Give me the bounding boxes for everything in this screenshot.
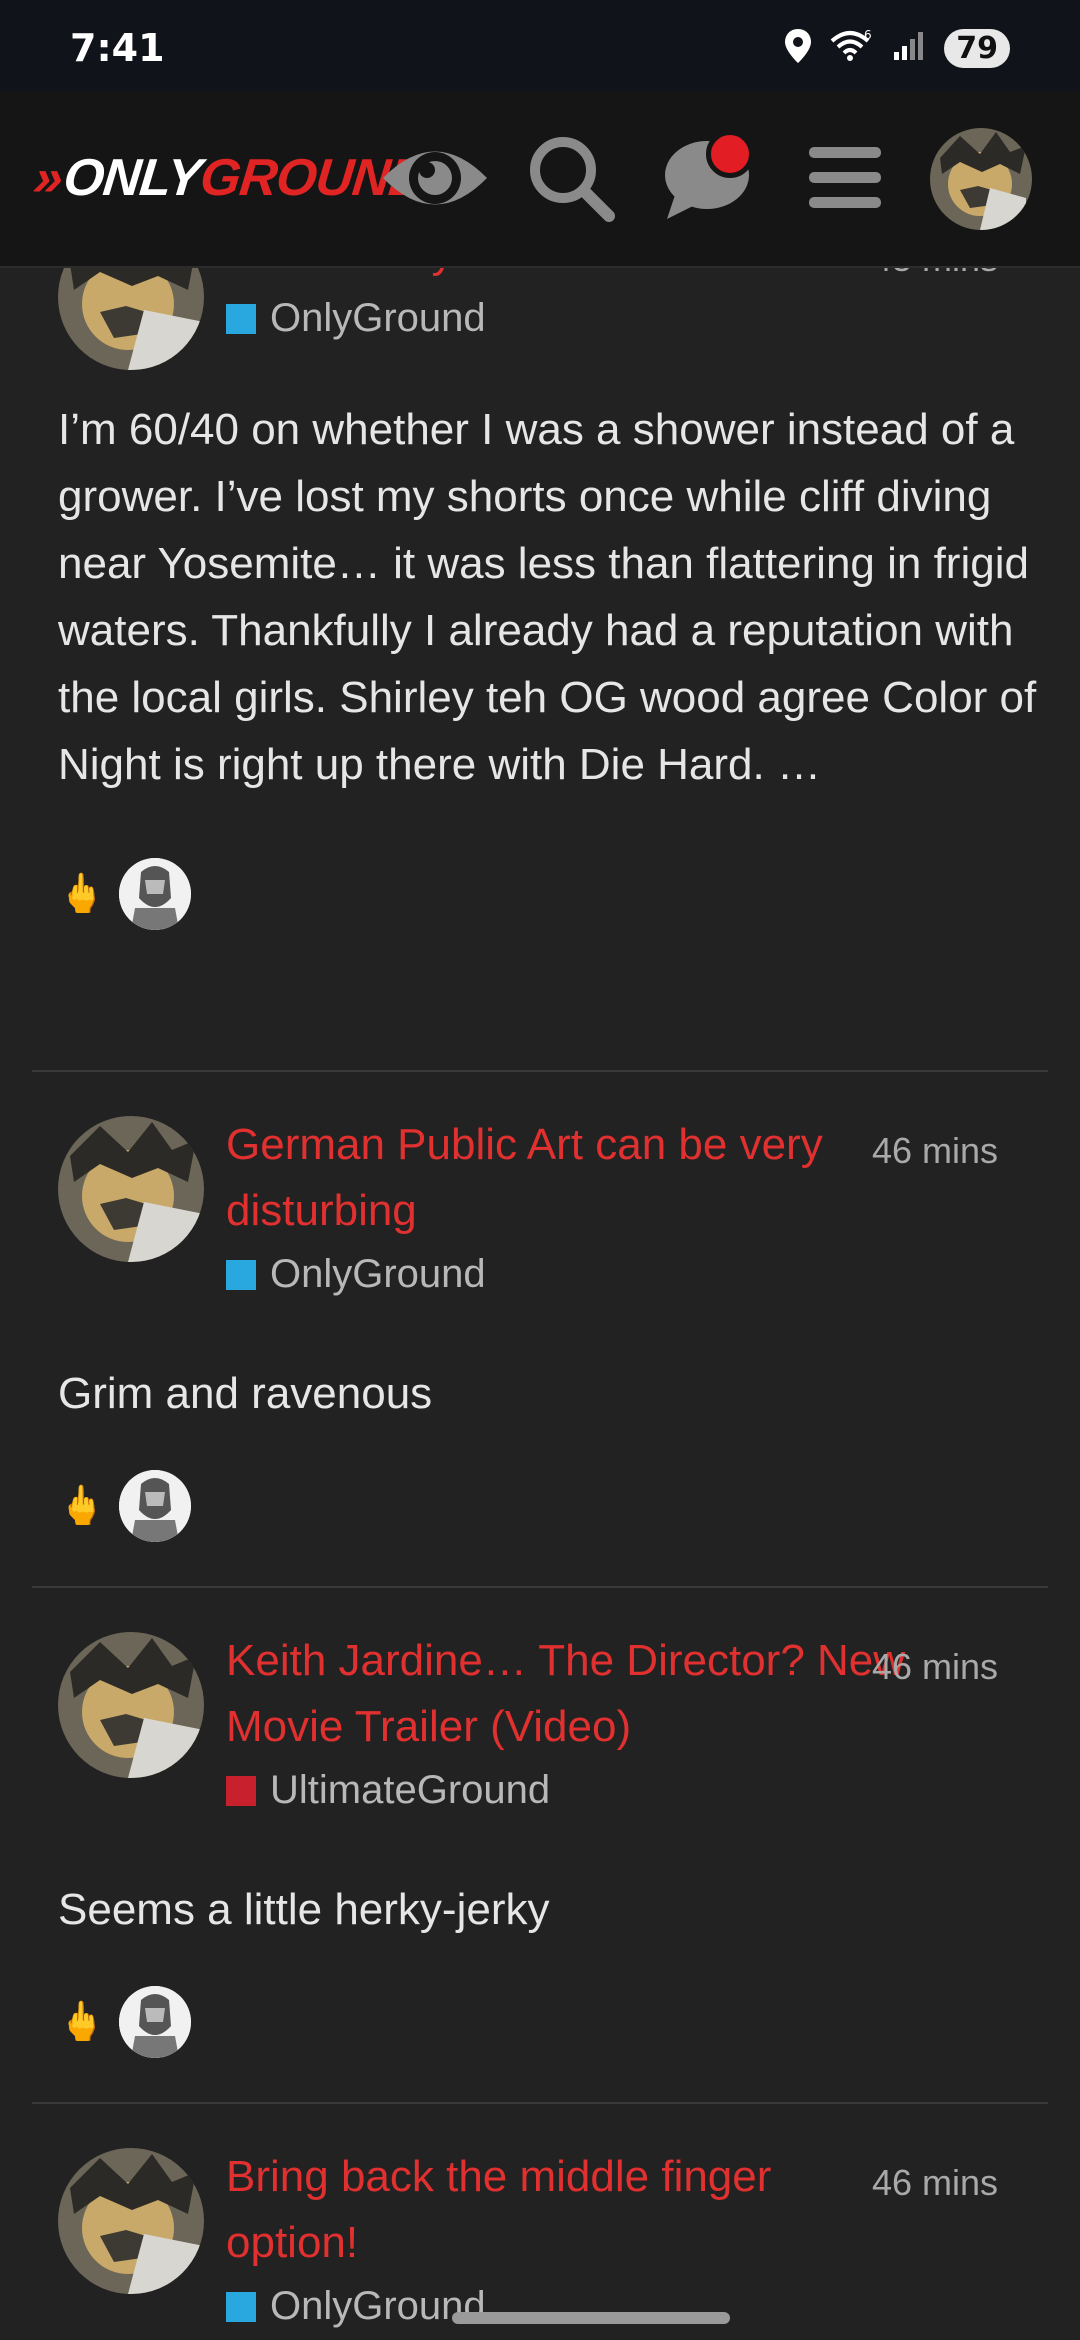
- logo-chevrons-icon: »: [30, 149, 65, 207]
- middle-finger-reaction-icon[interactable]: 🖕: [58, 2000, 105, 2044]
- post-title-link[interactable]: Penile envy?: [226, 268, 906, 286]
- watching-button[interactable]: [380, 130, 490, 230]
- logo-only-text: ONLY: [60, 149, 204, 207]
- reactor-avatar[interactable]: [119, 858, 192, 930]
- post-divider: [32, 1586, 1048, 1588]
- post-category[interactable]: OnlyGround: [226, 1252, 486, 1297]
- post-avatar[interactable]: [58, 1632, 204, 1778]
- avatar-image: [58, 1116, 204, 1262]
- app-header: » ONLY GROUND: [0, 92, 1080, 268]
- post-timestamp[interactable]: 46 mins: [872, 1130, 998, 1172]
- post-category[interactable]: OnlyGround: [226, 296, 486, 341]
- home-indicator[interactable]: [452, 2312, 730, 2324]
- category-color-badge: [226, 303, 256, 334]
- category-color-badge: [226, 1259, 256, 1290]
- post-avatar[interactable]: [58, 268, 204, 370]
- post-avatar[interactable]: [58, 1116, 204, 1262]
- category-name: OnlyGround: [270, 296, 486, 340]
- battery-indicator: 79: [944, 29, 1010, 68]
- reactor-avatar[interactable]: [119, 1986, 192, 2058]
- avatar-image: [119, 858, 192, 930]
- location-icon: [784, 28, 812, 69]
- post-excerpt: I’m 60/40 on whether I was a shower inst…: [58, 405, 1037, 789]
- search-icon: [525, 132, 617, 229]
- category-color-badge: [226, 2291, 256, 2322]
- notification-dot: [706, 130, 754, 178]
- post-title-link[interactable]: Keith Jardine… The Director? New Movie T…: [226, 1628, 906, 1760]
- status-time: 7:41: [70, 26, 165, 70]
- reactor-avatar[interactable]: [119, 1470, 192, 1542]
- category-color-badge: [226, 1775, 256, 1806]
- middle-finger-reaction-icon[interactable]: 🖕: [58, 1484, 105, 1528]
- status-icons: 6 79: [784, 28, 1010, 69]
- avatar-image: [119, 1470, 192, 1542]
- post-reactions[interactable]: 🖕: [58, 1470, 192, 1542]
- search-button[interactable]: [516, 130, 626, 230]
- post-avatar[interactable]: [58, 2148, 204, 2294]
- post-category[interactable]: UltimateGround: [226, 1768, 550, 1813]
- status-bar: 7:41 6 79: [0, 0, 1080, 92]
- feed-post: Keith Jardine… The Director? New Movie T…: [32, 1632, 1048, 2092]
- category-name: OnlyGround: [270, 1252, 486, 1296]
- post-title-link[interactable]: German Public Art can be very disturbing: [226, 1112, 906, 1244]
- site-logo[interactable]: » ONLY GROUND: [31, 148, 429, 208]
- feed-post: German Public Art can be very disturbing…: [32, 1116, 1048, 1576]
- post-reactions[interactable]: 🖕: [58, 858, 192, 930]
- middle-finger-reaction-icon[interactable]: 🖕: [58, 872, 105, 916]
- eye-icon: [379, 133, 491, 228]
- avatar-image: [119, 1986, 192, 2058]
- chat-button[interactable]: [652, 130, 762, 230]
- post-reactions[interactable]: 🖕: [58, 1986, 192, 2058]
- post-divider: [32, 2102, 1048, 2104]
- post-timestamp[interactable]: 46 mins: [872, 2162, 998, 2204]
- avatar-image: [930, 128, 1032, 230]
- activity-feed: Penile envy? 45 mins OnlyGround I’m 60/4…: [0, 268, 1080, 2340]
- post-excerpt: Seems a little herky-jerky: [58, 1885, 550, 1934]
- post-category[interactable]: OnlyGround: [226, 2284, 486, 2329]
- avatar-image: [58, 268, 204, 370]
- user-avatar[interactable]: [930, 128, 1032, 230]
- post-divider: [32, 1070, 1048, 1072]
- wifi-icon: 6: [830, 28, 874, 68]
- avatar-image: [58, 1632, 204, 1778]
- menu-button[interactable]: [790, 130, 900, 230]
- avatar-image: [58, 2148, 204, 2294]
- signal-icon: [892, 30, 926, 67]
- post-timestamp[interactable]: 46 mins: [872, 1646, 998, 1688]
- post-title-link[interactable]: Bring back the middle finger option!: [226, 2144, 906, 2276]
- hamburger-menu-icon: [807, 145, 883, 216]
- category-name: UltimateGround: [270, 1768, 551, 1812]
- post-excerpt: Grim and ravenous: [58, 1369, 433, 1418]
- post-timestamp[interactable]: 45 mins: [872, 268, 998, 280]
- svg-text:6: 6: [864, 29, 872, 42]
